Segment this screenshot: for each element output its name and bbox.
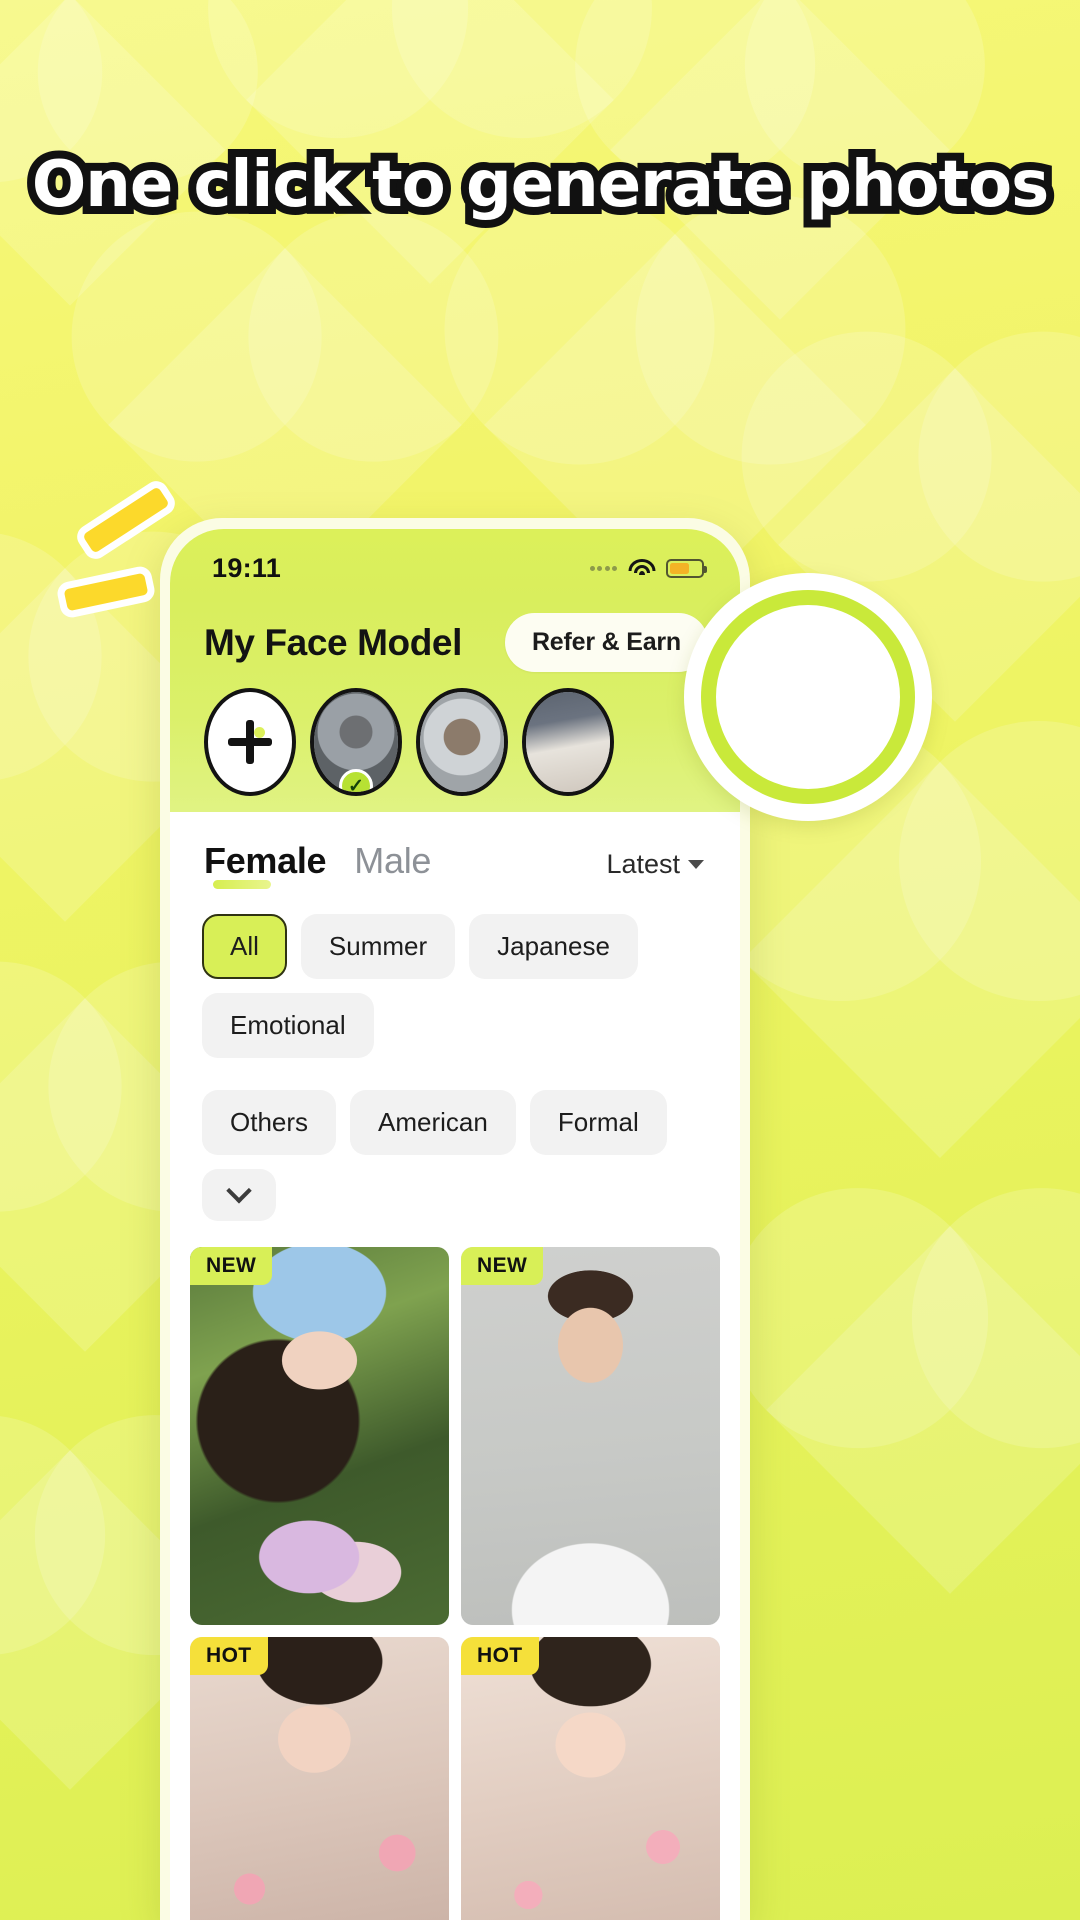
template-card-4[interactable]: HOT (461, 1637, 720, 1920)
template-thumbnail (461, 1247, 720, 1625)
chip-summer[interactable]: Summer (300, 914, 456, 979)
content-panel: Female Male Latest All Summer Japanese E… (170, 812, 740, 1920)
chip-american[interactable]: American (350, 1090, 516, 1155)
add-face-button[interactable] (204, 688, 296, 796)
face-model-item-3[interactable] (522, 688, 614, 796)
chip-emotional[interactable]: Emotional (202, 993, 374, 1058)
check-icon: ✓ (339, 769, 373, 792)
face-model-list: ✓ (200, 688, 710, 796)
sort-selector[interactable]: Latest (606, 849, 704, 880)
chevron-down-icon (688, 860, 704, 869)
status-badge: HOT (461, 1637, 539, 1675)
status-bar: 19:11 (170, 529, 740, 599)
promo-headline: One click to generate photos (24, 142, 1057, 229)
template-thumbnail (461, 1637, 720, 1920)
status-badge: NEW (461, 1247, 544, 1285)
status-badge: HOT (190, 1637, 268, 1675)
template-card-2[interactable]: NEW (461, 1247, 720, 1625)
category-chips-row-2: Others American Formal (170, 1058, 740, 1221)
status-time: 19:11 (212, 552, 282, 583)
template-card-1[interactable]: NEW (190, 1247, 449, 1625)
category-chips-row-1: All Summer Japanese Emotional (170, 882, 740, 1058)
tab-male[interactable]: Male (354, 840, 431, 882)
template-thumbnail (190, 1637, 449, 1920)
avatar (526, 692, 610, 792)
page-title: My Face Model (204, 621, 462, 663)
template-thumbnail (190, 1247, 449, 1625)
heart-decor (766, 1226, 1080, 1594)
battery-icon (666, 558, 707, 578)
avatar (420, 692, 504, 792)
phone-screen: 19:11 My Face Model Refer & Earn ✓ Femal… (170, 529, 740, 1920)
app-logo-badge (684, 573, 932, 821)
face-model-item-1[interactable]: ✓ (310, 688, 402, 796)
template-card-3[interactable]: HOT (190, 1637, 449, 1920)
app-header: My Face Model Refer & Earn ✓ (170, 599, 740, 812)
refer-and-earn-button[interactable]: Refer & Earn (504, 613, 708, 672)
expand-categories-button[interactable] (202, 1169, 276, 1221)
chevron-down-icon (226, 1178, 252, 1204)
status-badge: NEW (190, 1247, 273, 1285)
header-row: My Face Model Refer & Earn (200, 613, 710, 672)
promo-headline-wrap: One click to generate photos (0, 142, 1080, 229)
tab-female[interactable]: Female (204, 840, 327, 889)
phone-mockup: 19:11 My Face Model Refer & Earn ✓ Femal… (160, 518, 750, 1920)
logo-ring (701, 590, 915, 804)
chip-japanese[interactable]: Japanese (469, 914, 638, 979)
signal-dots-icon (589, 565, 617, 571)
chip-formal[interactable]: Formal (529, 1090, 667, 1155)
wifi-icon (628, 558, 655, 578)
chip-all[interactable]: All (202, 914, 287, 979)
sort-label: Latest (606, 849, 680, 879)
gender-tabs: Female Male Latest (170, 812, 740, 889)
heart-decor (742, 762, 1080, 1158)
chip-others[interactable]: Others (202, 1090, 337, 1155)
face-model-item-2[interactable] (416, 688, 508, 796)
status-icons (589, 558, 707, 578)
template-grid: NEW NEW HOT HOT (170, 1221, 740, 1920)
plus-icon (228, 720, 272, 764)
